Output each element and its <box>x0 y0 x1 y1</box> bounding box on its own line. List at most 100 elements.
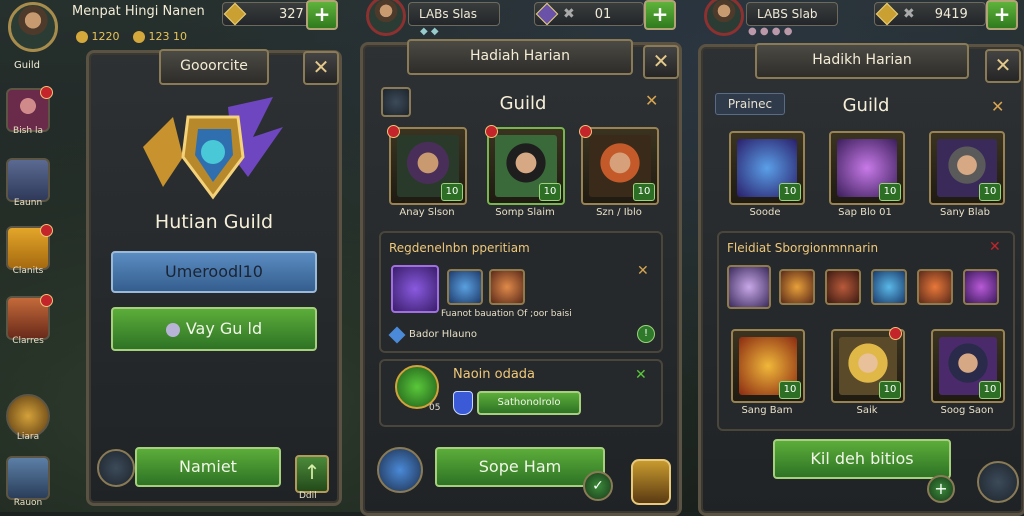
guild-name: Hutian Guild <box>154 211 274 233</box>
right-resource-display: LABS Slab <box>746 2 838 26</box>
hero-name: Soog Saon <box>940 405 994 416</box>
item-card[interactable]: 10 <box>929 131 1005 205</box>
gold-rune-icon[interactable] <box>631 459 671 505</box>
coin-icon <box>133 31 145 43</box>
crossed-swords-icon: ✖ <box>903 6 915 22</box>
add-gem-button[interactable]: + <box>644 0 676 30</box>
info-icon[interactable]: ! <box>637 325 655 343</box>
notification-dot <box>40 224 53 237</box>
panel-title: Gooorcite <box>159 49 269 85</box>
coin-icon <box>76 31 88 43</box>
shield-icon <box>453 391 473 415</box>
guild-id-button[interactable]: Umeroodl10 <box>111 251 317 293</box>
add-gold-button[interactable]: + <box>986 0 1018 30</box>
hero-name: Anay Slson <box>399 207 455 218</box>
panel-title: Hadikh Harian <box>755 43 969 79</box>
item-card[interactable]: 10 <box>729 131 805 205</box>
hero-card[interactable]: 10 <box>931 329 1005 403</box>
sidebar-item-label: Bish la <box>13 126 43 136</box>
hero-level-badge: 10 <box>779 381 801 399</box>
panel-title: Hadiah Harian <box>407 39 633 75</box>
notification-dot <box>40 294 53 307</box>
currency-gold-display: 327 <box>222 2 310 26</box>
add-currency-button[interactable]: + <box>306 0 338 30</box>
hero-card[interactable]: 10 <box>831 327 905 403</box>
gear-icon[interactable] <box>977 461 1019 503</box>
loot-chest-icon[interactable] <box>917 269 953 305</box>
player-avatar[interactable] <box>8 2 58 52</box>
reward-sword-icon[interactable] <box>447 269 483 305</box>
sidebar-item-label: Clanits <box>12 266 44 276</box>
loot-orb-icon[interactable] <box>779 269 815 305</box>
view-guild-button[interactable]: Vay Gu ld <box>111 307 317 351</box>
daily-reward-panel-2: Hadikh Harian ✕ Prainec Guild ✕ 10 Soode… <box>698 43 1024 516</box>
gold-shield-icon <box>223 2 247 26</box>
close-small-icon[interactable]: ✕ <box>645 91 658 110</box>
close-red-icon[interactable]: ✕ <box>989 239 1001 255</box>
close-small-icon[interactable]: ✕ <box>635 367 647 383</box>
loot-section: Fleidiat Sborgionmnnarin ✕ 10 Sang Bam 1… <box>717 231 1015 431</box>
namiet-button[interactable]: Namiet <box>135 447 281 487</box>
sub-currency-row: 1220 123 10 <box>76 30 187 43</box>
section-title: Fleidiat Sborgionmnnarin <box>727 241 879 255</box>
sidebar-item-shield[interactable] <box>6 456 50 500</box>
crossed-swords-icon: ✖ <box>563 6 575 22</box>
add-circle-icon[interactable]: + <box>927 475 955 503</box>
close-small-icon[interactable]: ✕ <box>991 97 1004 116</box>
settings-icon[interactable] <box>381 87 411 117</box>
guild-badge-icon[interactable] <box>97 449 135 487</box>
hero-name: Saik <box>856 405 878 416</box>
notification-dot <box>387 125 400 138</box>
loot-box-icon[interactable] <box>825 269 861 305</box>
reward-label: Bador Hlauno <box>409 329 477 340</box>
upgrade-icon[interactable]: ↑ <box>295 455 329 493</box>
loot-crystal-icon[interactable] <box>871 269 907 305</box>
dash-arrow-icon[interactable] <box>377 447 423 493</box>
item-name: Soode <box>749 207 781 218</box>
hero-card[interactable]: 10 <box>485 125 565 205</box>
hero-name: Somp Slaim <box>495 207 555 218</box>
section-title: Naoin odada <box>453 367 536 382</box>
item-level-badge: 10 <box>979 183 1001 201</box>
section-header: Guild <box>842 95 890 116</box>
player-level-label: Guild <box>14 60 40 71</box>
reward-orb-icon[interactable] <box>489 269 525 305</box>
mini-icons-row-right: ● ● ● ● <box>748 26 793 37</box>
hero-card[interactable]: 10 <box>579 125 659 205</box>
player-name: Menpat Hingi Nanen <box>72 4 205 19</box>
purple-gem-icon <box>535 2 559 26</box>
notification-dot <box>579 125 592 138</box>
notification-dot <box>485 125 498 138</box>
hero-name: Sang Bam <box>741 405 793 416</box>
hero-card[interactable]: 10 <box>387 125 467 205</box>
sope-ham-button[interactable]: Sope Ham <box>435 447 605 487</box>
claim-rewards-button[interactable]: Kil deh bitios <box>773 439 951 479</box>
bonus-section: 05 Naoin odada ✕ Sathonolrolo <box>379 359 663 427</box>
hero-card[interactable]: 10 <box>731 329 805 403</box>
hero-level-badge: 10 <box>633 183 655 201</box>
daily-reward-panel: Hadiah Harian ✕ Guild ✕ 10 Anay Slson 10… <box>360 39 682 516</box>
close-button[interactable]: ✕ <box>985 49 1021 83</box>
notification-dot <box>889 327 902 340</box>
bonus-count: 05 <box>429 403 441 413</box>
mini-icons-row: ◆ ◆ <box>420 26 439 37</box>
mid-gem-display: ✖ 01 <box>534 2 644 26</box>
close-button[interactable]: ✕ <box>303 51 339 85</box>
notification-dot <box>40 86 53 99</box>
hero-level-badge: 10 <box>539 183 561 201</box>
sidebar-item-chest[interactable] <box>6 158 50 202</box>
close-small-icon[interactable]: ✕ <box>637 263 649 279</box>
guild-info-panel: Gooorcite ✕ Hutian Guild Umeroodl10 Vay … <box>86 49 342 506</box>
bonus-claim-button[interactable]: Sathonolrolo <box>477 391 581 415</box>
item-name: Sany Blab <box>939 207 991 218</box>
mid-resource-display: LABs Slas <box>408 2 500 26</box>
loot-potion-icon[interactable] <box>963 269 999 305</box>
loot-hero-icon[interactable] <box>727 265 771 309</box>
close-button[interactable]: ✕ <box>643 45 679 79</box>
section-header: Guild <box>499 93 547 114</box>
reward-weapon-icon[interactable] <box>391 265 439 313</box>
confirm-check-icon[interactable]: ✓ <box>583 471 613 501</box>
item-name: Sap Blo 01 <box>838 207 892 218</box>
sidebar-item-label: Rauon <box>13 498 43 508</box>
item-card[interactable]: 10 <box>829 131 905 205</box>
